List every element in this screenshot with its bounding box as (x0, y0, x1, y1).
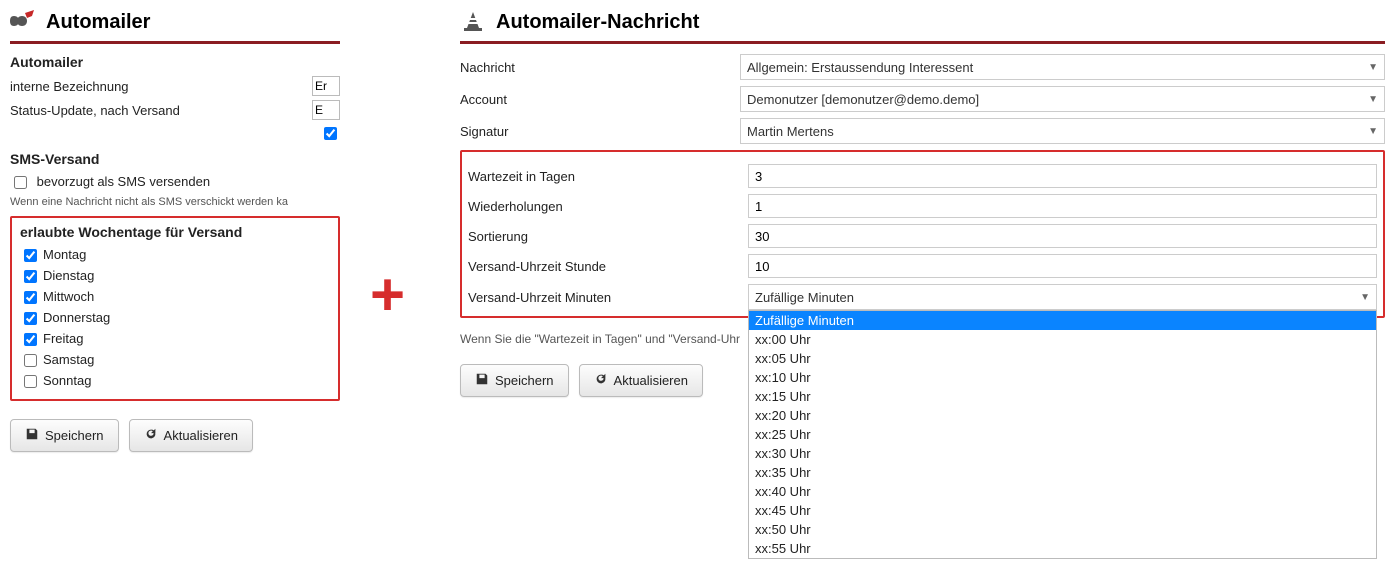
plus-connector: + (370, 265, 405, 325)
row-status-check (10, 124, 340, 143)
checkbox-status[interactable] (324, 127, 337, 140)
label-stunde: Versand-Uhrzeit Stunde (468, 259, 748, 274)
sms-note: Wenn eine Nachricht nicht als SMS versch… (10, 196, 340, 208)
input-wartezeit[interactable] (748, 164, 1377, 188)
select-signatur-value: Martin Mertens (747, 124, 834, 139)
checkbox-sms-pref[interactable] (14, 176, 27, 189)
day-row: Sonntag (20, 372, 330, 391)
day-checkbox[interactable] (24, 312, 37, 325)
section-automailer: Automailer (10, 54, 340, 70)
minuten-option[interactable]: xx:25 Uhr (749, 425, 1376, 444)
input-sort[interactable] (748, 224, 1377, 248)
minuten-option[interactable]: xx:20 Uhr (749, 406, 1376, 425)
automailer-icon (10, 10, 36, 35)
label-wartezeit: Wartezeit in Tagen (468, 169, 748, 184)
minuten-option[interactable]: Zufällige Minuten (749, 311, 1376, 330)
label-sort: Sortierung (468, 229, 748, 244)
select-nachricht-value: Allgemein: Erstaussendung Interessent (747, 60, 973, 75)
minuten-option[interactable]: xx:00 Uhr (749, 330, 1376, 349)
day-row: Montag (20, 246, 330, 265)
label-status: Status-Update, nach Versand (10, 103, 180, 118)
day-label: Donnerstag (43, 310, 110, 325)
select-minuten[interactable]: Zufällige Minuten ▼ (748, 284, 1377, 310)
refresh-button-right[interactable]: Aktualisieren (579, 364, 703, 397)
days-header: erlaubte Wochentage für Versand (20, 224, 330, 240)
day-row: Donnerstag (20, 309, 330, 328)
label-interne: interne Bezeichnung (10, 79, 129, 94)
caret-icon: ▼ (1368, 94, 1378, 105)
day-label: Mittwoch (43, 289, 94, 304)
row-interne: interne Bezeichnung (10, 76, 340, 96)
refresh-label-left: Aktualisieren (164, 428, 238, 443)
day-label: Sonntag (43, 373, 91, 388)
left-panel-header: Automailer (10, 10, 340, 44)
row-status: Status-Update, nach Versand (10, 100, 340, 120)
refresh-label-right: Aktualisieren (614, 373, 688, 388)
save-icon (475, 372, 489, 389)
day-checkbox[interactable] (24, 333, 37, 346)
label-nachricht: Nachricht (460, 60, 740, 75)
label-sms-pref: bevorzugt als SMS versenden (37, 174, 210, 189)
save-icon (25, 427, 39, 444)
caret-icon: ▼ (1368, 126, 1378, 137)
right-title: Automailer-Nachricht (496, 11, 699, 34)
day-label: Dienstag (43, 268, 94, 283)
label-signatur: Signatur (460, 124, 740, 139)
select-account-value: Demonutzer [demonutzer@demo.demo] (747, 92, 979, 107)
minuten-dropdown-list[interactable]: Zufällige Minutenxx:00 Uhrxx:05 Uhrxx:10… (748, 310, 1377, 559)
day-row: Freitag (20, 330, 330, 349)
day-label: Freitag (43, 331, 83, 346)
save-button-right[interactable]: Speichern (460, 364, 569, 397)
day-row: Mittwoch (20, 288, 330, 307)
input-interne[interactable] (312, 76, 340, 96)
left-title: Automailer (46, 11, 150, 34)
minuten-option[interactable]: xx:35 Uhr (749, 463, 1376, 482)
day-checkbox[interactable] (24, 354, 37, 367)
minuten-option[interactable]: xx:45 Uhr (749, 501, 1376, 520)
save-label-right: Speichern (495, 373, 554, 388)
caret-icon: ▼ (1368, 62, 1378, 73)
refresh-icon (144, 427, 158, 444)
caret-icon: ▼ (1360, 292, 1370, 303)
minuten-option[interactable]: xx:40 Uhr (749, 482, 1376, 501)
minuten-option[interactable]: xx:50 Uhr (749, 520, 1376, 539)
allowed-days-box: erlaubte Wochentage für Versand Montag Di… (10, 216, 340, 401)
input-stunde[interactable] (748, 254, 1377, 278)
section-sms: SMS-Versand (10, 151, 340, 167)
day-checkbox[interactable] (24, 270, 37, 283)
save-label-left: Speichern (45, 428, 104, 443)
day-checkbox[interactable] (24, 375, 37, 388)
minuten-option[interactable]: xx:30 Uhr (749, 444, 1376, 463)
input-status[interactable] (312, 100, 340, 120)
minuten-option[interactable]: xx:15 Uhr (749, 387, 1376, 406)
cone-icon (460, 10, 486, 35)
timing-highlight-box: Wartezeit in Tagen Wiederholungen Sortie… (460, 150, 1385, 318)
right-panel-header: Automailer-Nachricht (460, 10, 1385, 44)
minuten-option[interactable]: xx:05 Uhr (749, 349, 1376, 368)
save-button-left[interactable]: Speichern (10, 419, 119, 452)
day-label: Samstag (43, 352, 94, 367)
refresh-button-left[interactable]: Aktualisieren (129, 419, 253, 452)
day-row: Samstag (20, 351, 330, 370)
label-account: Account (460, 92, 740, 107)
day-checkbox[interactable] (24, 291, 37, 304)
select-signatur[interactable]: Martin Mertens ▼ (740, 118, 1385, 144)
minuten-option[interactable]: xx:55 Uhr (749, 539, 1376, 558)
day-row: Dienstag (20, 267, 330, 286)
input-wieder[interactable] (748, 194, 1377, 218)
select-nachricht[interactable]: Allgemein: Erstaussendung Interessent ▼ (740, 54, 1385, 80)
select-minuten-value: Zufällige Minuten (755, 290, 854, 305)
day-label: Montag (43, 247, 86, 262)
refresh-icon (594, 372, 608, 389)
label-wieder: Wiederholungen (468, 199, 748, 214)
minuten-option[interactable]: xx:10 Uhr (749, 368, 1376, 387)
label-minuten: Versand-Uhrzeit Minuten (468, 290, 748, 305)
select-account[interactable]: Demonutzer [demonutzer@demo.demo] ▼ (740, 86, 1385, 112)
day-checkbox[interactable] (24, 249, 37, 262)
